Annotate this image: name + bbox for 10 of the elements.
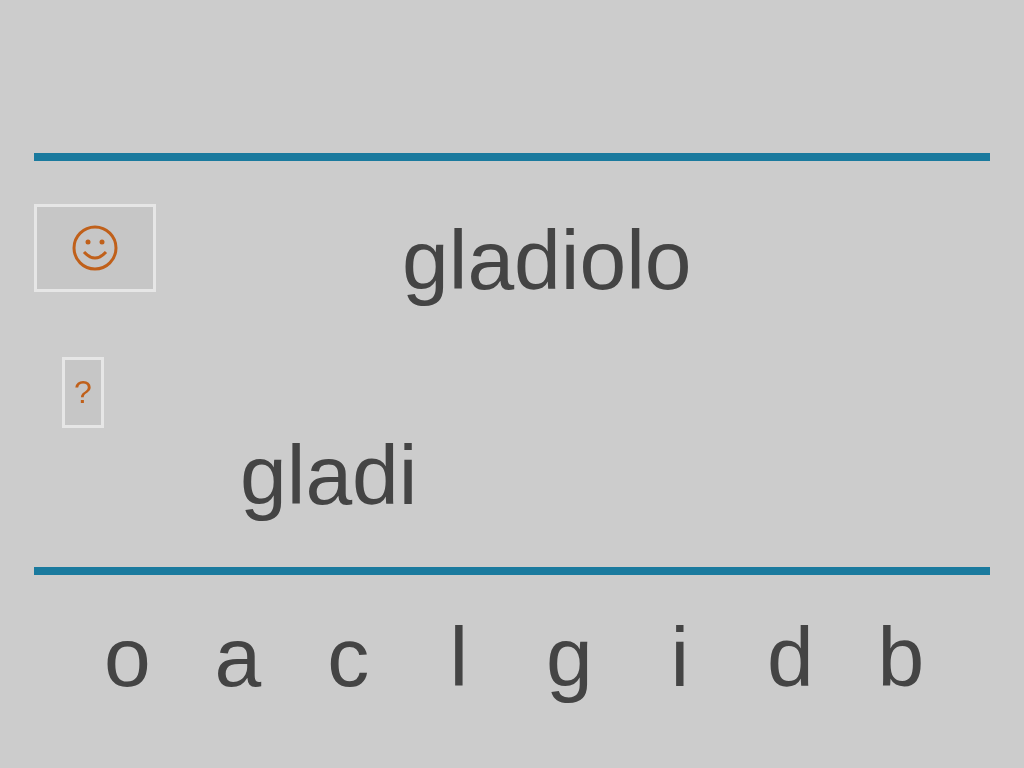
letter-tile[interactable]: o xyxy=(72,615,183,699)
smiley-icon xyxy=(71,224,119,272)
smiley-button[interactable] xyxy=(34,204,156,292)
letter-tile[interactable]: c xyxy=(293,615,404,699)
letter-tile[interactable]: l xyxy=(403,615,514,699)
letter-tile[interactable]: a xyxy=(182,615,293,699)
letter-tile[interactable]: d xyxy=(735,615,846,699)
letter-tile[interactable]: b xyxy=(845,615,956,699)
answer-text: gladi xyxy=(240,433,419,524)
letter-tile[interactable]: i xyxy=(624,615,735,699)
